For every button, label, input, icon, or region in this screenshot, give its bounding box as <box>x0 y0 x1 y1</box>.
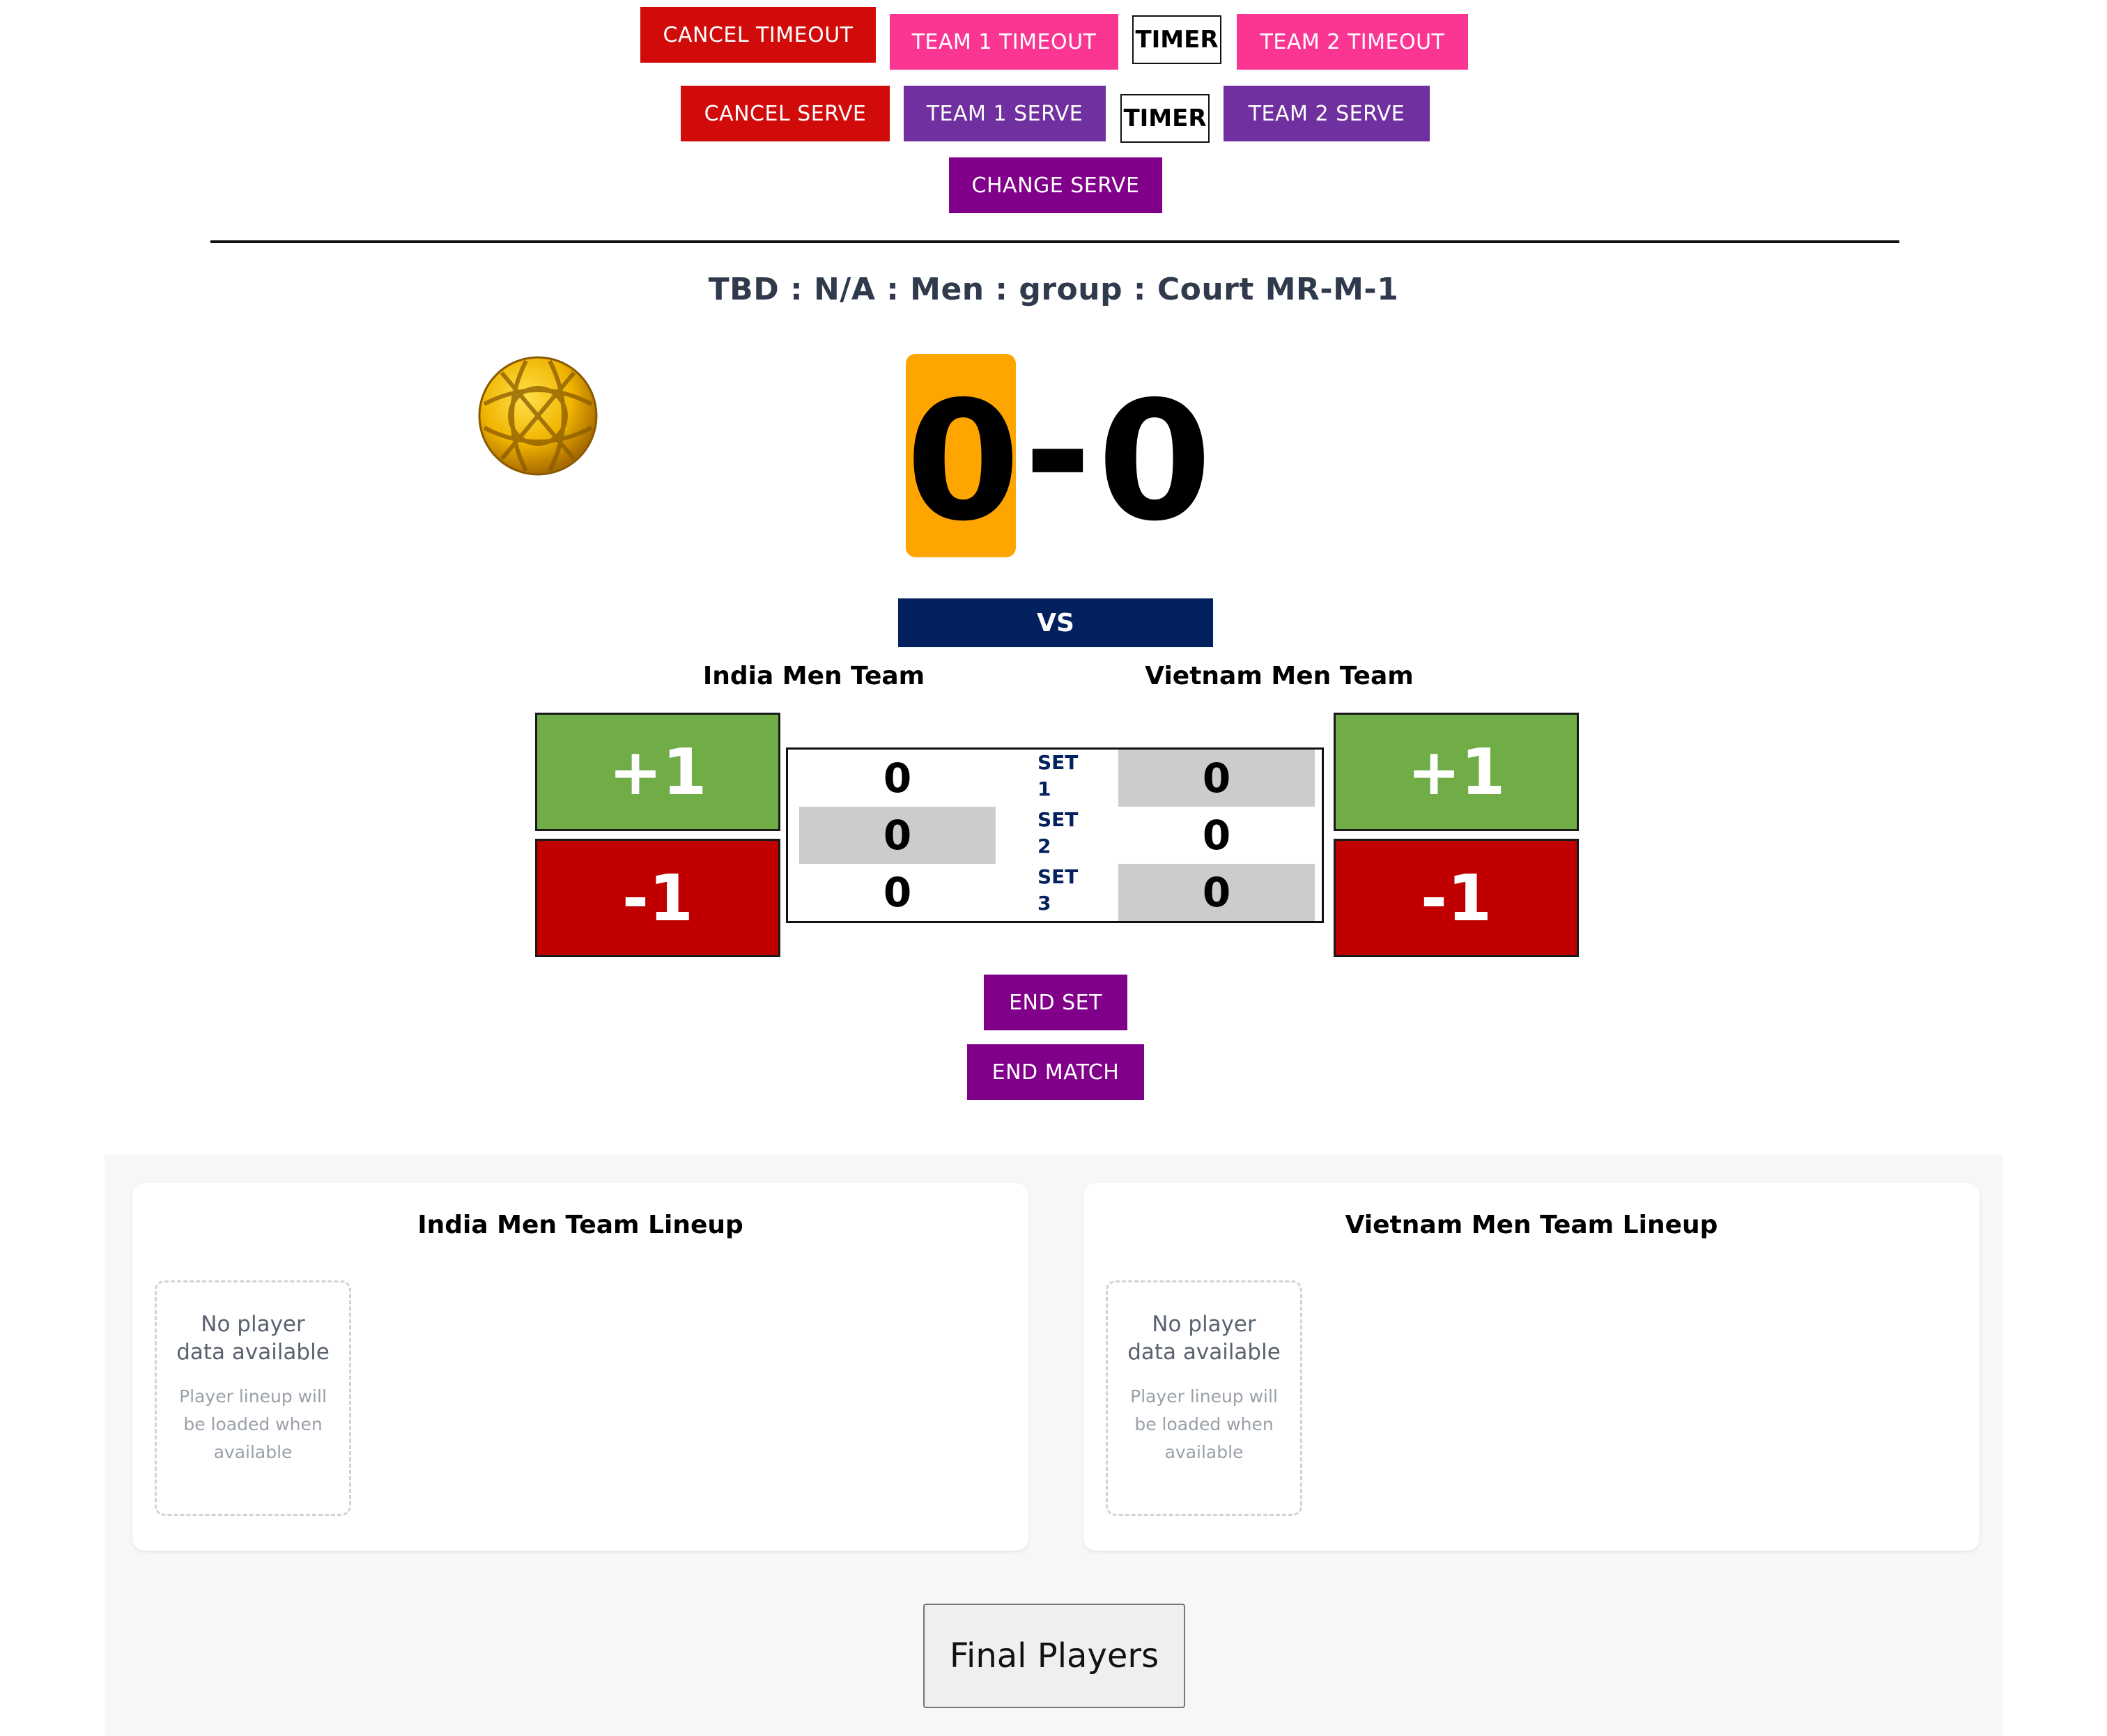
set1-label: SET 1 <box>1037 750 1078 803</box>
team2-lineup-card: Vietnam Men Team Lineup No player data a… <box>1083 1183 1979 1551</box>
team2-lineup-empty: No player data available Player lineup w… <box>1106 1280 1302 1516</box>
set3-team1-score: 0 <box>883 869 912 916</box>
score-separator: - <box>1024 355 1092 547</box>
set2-label-num: 2 <box>1037 835 1051 858</box>
team1-plus-button[interactable]: +1 <box>535 713 780 831</box>
team1-score: 0 <box>906 366 1021 557</box>
set1-label-num: 1 <box>1037 777 1051 800</box>
team2-name: Vietnam Men Team <box>1145 662 1414 690</box>
team1-lineup-title: India Men Team Lineup <box>417 1211 743 1239</box>
cancel-serve-button[interactable]: CANCEL SERVE <box>681 86 890 141</box>
team2-timeout-button[interactable]: TEAM 2 TIMEOUT <box>1237 14 1468 70</box>
end-match-button[interactable]: END MATCH <box>967 1044 1144 1100</box>
set2-team2-score: 0 <box>1202 812 1231 859</box>
change-serve-button[interactable]: CHANGE SERVE <box>949 157 1162 213</box>
set1-label-text: SET <box>1037 751 1079 774</box>
set-score-table: 0 SET 1 0 0 SET 2 0 0 SET 3 0 <box>786 747 1324 923</box>
set1-team2-score: 0 <box>1118 750 1315 807</box>
set3-team2-score: 0 <box>1118 864 1315 921</box>
vs-banner: VS <box>898 598 1213 647</box>
team1-lineup-empty: No player data available Player lineup w… <box>155 1280 351 1516</box>
sepak-takraw-ball-icon <box>477 355 599 476</box>
set2-label-text: SET <box>1037 808 1079 831</box>
team1-lineup-card: India Men Team Lineup No player data ava… <box>132 1183 1028 1551</box>
team1-empty-hint: Player lineup will be loaded when availa… <box>179 1386 327 1462</box>
team1-name: India Men Team <box>702 662 925 690</box>
end-set-button[interactable]: END SET <box>984 975 1127 1030</box>
cancel-timeout-button[interactable]: CANCEL TIMEOUT <box>640 7 876 63</box>
set1-team1-score: 0 <box>883 754 912 802</box>
team1-minus-button[interactable]: -1 <box>535 839 780 957</box>
team2-plus-button[interactable]: +1 <box>1334 713 1579 831</box>
set3-label-text: SET <box>1037 865 1079 888</box>
team1-timeout-button[interactable]: TEAM 1 TIMEOUT <box>890 14 1118 70</box>
team1-serve-button[interactable]: TEAM 1 SERVE <box>904 86 1106 141</box>
set2-label: SET 2 <box>1037 807 1078 860</box>
match-title: TBD : N/A : Men : group : Court MR-M-1 <box>708 272 1399 307</box>
final-players-button[interactable]: Final Players <box>923 1604 1185 1708</box>
team2-empty-message: No player data available <box>1127 1312 1281 1365</box>
team2-empty-hint: Player lineup will be loaded when availa… <box>1130 1386 1278 1462</box>
set3-label: SET 3 <box>1037 864 1078 917</box>
set3-label-num: 3 <box>1037 892 1051 915</box>
divider <box>210 240 1899 243</box>
set2-team1-score: 0 <box>799 807 996 864</box>
team2-score: 0 <box>1097 366 1212 557</box>
team2-minus-button[interactable]: -1 <box>1334 839 1579 957</box>
serve-timer[interactable]: TIMER <box>1120 94 1210 143</box>
team2-lineup-title: Vietnam Men Team Lineup <box>1345 1211 1718 1239</box>
team2-serve-button[interactable]: TEAM 2 SERVE <box>1224 86 1430 141</box>
team1-empty-message: No player data available <box>176 1312 330 1365</box>
timeout-timer[interactable]: TIMER <box>1132 15 1221 64</box>
